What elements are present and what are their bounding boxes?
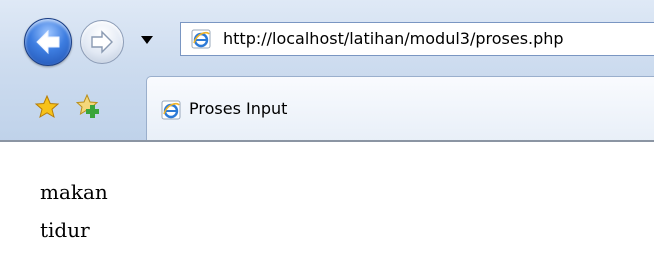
tab-proses-input[interactable]: Proses Input — [146, 76, 654, 142]
navigation-bar — [0, 0, 654, 70]
ie-page-icon — [191, 29, 211, 49]
back-arrow-icon — [36, 29, 60, 55]
content-line-tidur: tidur — [40, 218, 90, 242]
content-line-makan: makan — [40, 180, 108, 204]
page-content: makan tidur — [0, 142, 654, 260]
forward-button[interactable] — [80, 20, 124, 64]
forward-arrow-icon — [91, 30, 113, 54]
favorites-bar: Proses Input — [0, 70, 654, 142]
back-button[interactable] — [24, 18, 72, 66]
add-favorite-icon[interactable] — [76, 92, 102, 120]
address-bar[interactable] — [180, 22, 654, 56]
browser-chrome: Proses Input — [0, 0, 654, 142]
star-icon[interactable] — [34, 94, 60, 120]
url-input[interactable] — [223, 28, 653, 50]
tab-title: Proses Input — [189, 99, 288, 118]
ie-page-icon — [161, 100, 181, 120]
chevron-down-icon[interactable] — [140, 34, 154, 46]
